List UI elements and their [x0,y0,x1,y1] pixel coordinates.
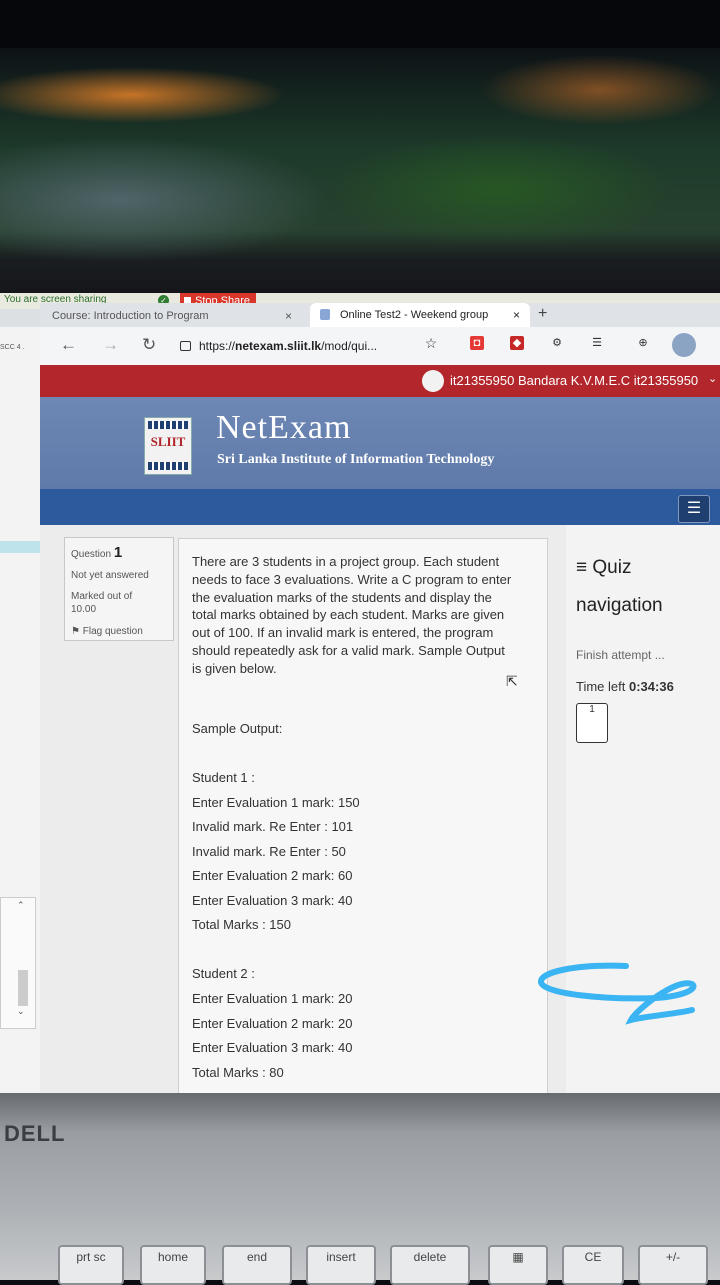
logo-stripes [148,421,188,429]
sample-line: Enter Evaluation 3 mark: 40 [192,893,353,908]
sample-line: Student 1 : [192,770,255,785]
chevron-down-icon[interactable]: ⌄ [708,372,717,385]
dell-logo: DELL [4,1121,66,1146]
close-tab-icon[interactable]: × [285,306,292,326]
tab-course[interactable]: Course: Introduction to Program × [52,306,302,326]
site-navbar: ☰ [40,489,720,525]
scroll-down-icon[interactable]: ⌄ [17,1006,25,1017]
forward-arrow-icon[interactable]: → [102,335,119,355]
mouse-cursor-icon: ⇱ [506,673,518,689]
profile-avatar[interactable] [672,333,696,357]
list-icon: ≡ [576,557,593,578]
key-ce[interactable]: CE [562,1245,624,1285]
favorite-star-icon[interactable]: ☆ [424,336,438,350]
sample-line: Enter Evaluation 2 mark: 60 [192,868,353,883]
sample-line: Total Marks : 150 [192,917,291,932]
sample-line: Student 2 : [192,966,255,981]
extensions-puzzle-icon[interactable]: ⚙ [550,336,564,350]
tab-title: Online Test2 - Weekend group [340,309,489,321]
user-menu-bar: it21355950 Bandara K.V.M.E.C it21355950 … [40,365,720,397]
url-domain: netexam.sliit.lk [235,339,322,353]
close-tab-icon[interactable]: × [513,303,520,327]
sample-line: Total Marks : 80 [192,1065,284,1080]
left-app-label: SCC 4 . [0,344,25,351]
user-avatar[interactable] [422,370,444,392]
lock-icon [180,341,191,351]
shield-extension-icon[interactable]: ◆ [510,336,524,350]
key-calculator[interactable]: ▦ [488,1245,548,1285]
sliit-logo[interactable]: SLIIT [144,417,192,475]
key-end[interactable]: end [222,1245,292,1285]
tab-online-test[interactable]: Online Test2 - Weekend group × [310,303,530,327]
new-tab-button[interactable]: + [538,303,547,325]
time-left: Time left 0:34:36 [576,679,674,694]
sample-line: Invalid mark. Re Enter : 50 [192,844,346,859]
handdrawn-annotation [538,962,697,1025]
site-title: NetExam [216,409,352,446]
left-app-window: SCC 4 . ⌃ ⌄ [0,327,41,1093]
reload-icon[interactable]: ↻ [142,335,156,355]
key-delete[interactable]: delete [390,1245,470,1285]
tab-title: Course: Introduction to Program [52,310,209,322]
favorites-icon[interactable]: ☰ [590,336,604,350]
marked-out-of-label: Marked out of [71,591,133,602]
question-info-block: Question 1 Not yet answered Marked out o… [64,537,174,641]
flag-question-link[interactable]: ⚑ Flag question [71,626,143,637]
logo-text: SLIIT [150,434,186,449]
key-home[interactable]: home [140,1245,206,1285]
question-text: There are 3 students in a project group.… [192,554,512,676]
site-favicon-icon [320,309,330,320]
sample-line: Invalid mark. Re Enter : 101 [192,819,354,834]
question-text-box: There are 3 students in a project group.… [178,538,548,1093]
hamburger-menu-icon[interactable]: ☰ [678,495,710,523]
laptop-body: DELL prt sc home end insert delete ▦ CE … [0,1093,720,1285]
collections-icon[interactable]: ⊕ [636,336,650,350]
address-bar-row: ← → ↻ https://netexam.sliit.lk/mod/qui..… [40,327,720,365]
sample-line: Enter Evaluation 1 mark: 20 [192,991,353,1006]
browser-tab-bar: Course: Introduction to Program × Online … [40,303,720,327]
key-prtsc[interactable]: prt sc [58,1245,124,1285]
key-insert[interactable]: insert [306,1245,376,1285]
laptop-screen: SCC 4 . ⌃ ⌄ You are screen sharing ✓ Sto… [0,293,720,1093]
user-name[interactable]: it21355950 Bandara K.V.M.E.C it21355950 [450,373,698,388]
quiz-nav-title: ≡ Quiz navigation [576,557,663,616]
max-mark: 10.00 [71,604,97,615]
url-path: /mod/qui... [321,339,378,353]
question-status: Not yet answered [71,570,149,581]
key-plus-minus[interactable]: +/- [638,1245,708,1285]
sample-line: Enter Evaluation 3 mark: 40 [192,1040,353,1055]
url-prefix: https:// [199,339,236,353]
scroll-thumb[interactable] [18,970,28,1006]
back-arrow-icon[interactable]: ← [60,335,77,355]
sample-line: Enter Evaluation 1 mark: 150 [192,795,360,810]
site-subtitle: Sri Lanka Institute of Information Techn… [217,452,495,467]
url-field[interactable]: https://netexam.sliit.lk/mod/qui... [180,333,448,359]
monitor-bezel [0,0,720,48]
sample-line: Enter Evaluation 2 mark: 20 [192,1016,353,1031]
flag-icon: ⚑ [71,626,80,637]
sample-output-heading: Sample Output: [192,721,283,736]
logo-stripes [148,462,188,470]
left-app-scrollbar[interactable]: ⌃ ⌄ [0,897,36,1029]
left-app-highlight [0,541,40,553]
scroll-up-icon[interactable]: ⌃ [17,900,25,911]
question-number: Question 1 [71,544,123,561]
site-banner: SLIIT NetExam Sri Lanka Institute of Inf… [40,397,720,489]
question-nav-button[interactable]: 1 [576,703,608,743]
finish-attempt-link[interactable]: Finish attempt ... [576,648,665,662]
extension-icon[interactable]: ◘ [470,336,484,350]
